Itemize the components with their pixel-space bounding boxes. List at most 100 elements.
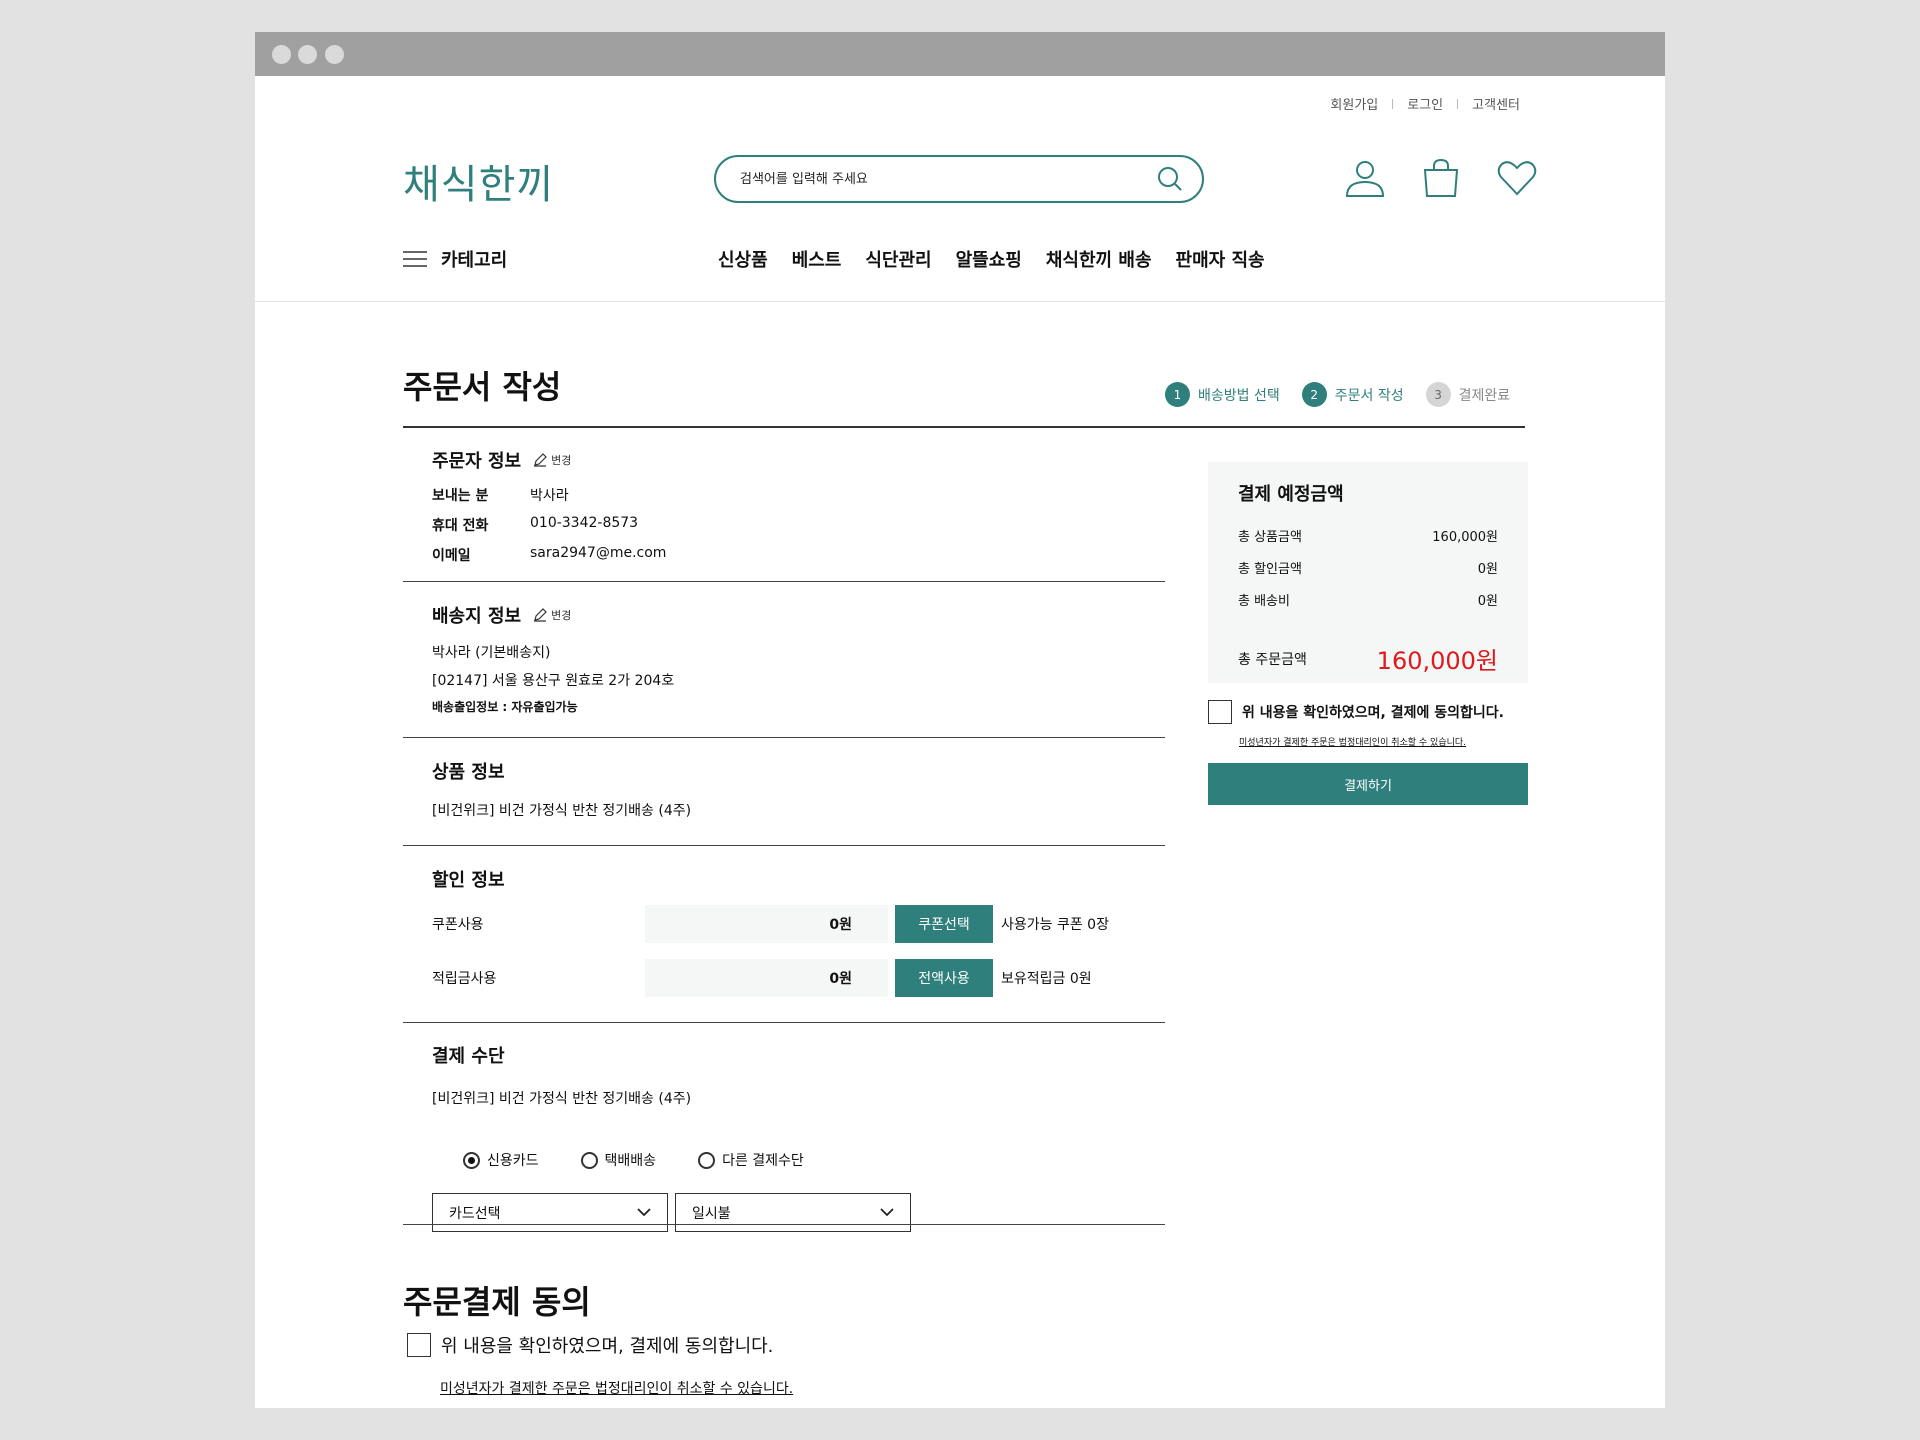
step-3: 3 결제완료 — [1425, 382, 1510, 407]
nav-item-diet[interactable]: 식단관리 — [865, 246, 931, 272]
field-label: 이메일 — [432, 548, 471, 564]
orderer-edit-button[interactable]: 변경 — [533, 452, 571, 468]
step-number: 3 — [1425, 382, 1451, 407]
summary-row: 총 할인금액 0원 — [1238, 558, 1498, 577]
payment-title: 결제 수단 — [432, 1046, 505, 1067]
points-row: 적립금사용 0원 전액사용 보유적립금 0원 — [432, 959, 1132, 997]
field-value: 010-3342-8573 — [530, 515, 639, 531]
search-icon[interactable] — [1156, 165, 1184, 193]
pay-button[interactable]: 결제하기 — [1208, 763, 1528, 805]
radio-icon — [698, 1151, 716, 1169]
total-label: 총 주문금액 — [1238, 651, 1307, 668]
logo[interactable]: 채식한끼 — [403, 152, 554, 210]
shipping-entry-info: 배송출입정보 : 자유출입가능 — [432, 700, 578, 714]
payment-methods: 신용카드 택배배송 다른 결제수단 — [463, 1150, 804, 1170]
divider — [1392, 98, 1394, 109]
installment-select[interactable]: 일시불 — [675, 1193, 911, 1232]
nav-item-delivery[interactable]: 채식한끼 배송 — [1046, 246, 1152, 272]
method-label: 신용카드 — [487, 1153, 539, 1169]
summary-agree-text: 위 내용을 확인하였으며, 결제에 동의합니다. — [1242, 705, 1504, 721]
page-title: 주문서 작성 — [403, 368, 562, 406]
coupon-label: 쿠폰사용 — [432, 917, 484, 933]
nav-item-seller[interactable]: 판매자 직송 — [1176, 246, 1265, 272]
points-balance-note: 보유적립금 0원 — [1001, 971, 1092, 987]
use-all-points-button[interactable]: 전액사용 — [895, 959, 993, 997]
summary-label: 총 상품금액 — [1238, 530, 1302, 545]
header-icons — [1343, 156, 1539, 200]
step-label: 배송방법 선택 — [1198, 387, 1280, 404]
total-amount: 160,000원 — [1376, 647, 1498, 675]
summary-value: 0원 — [1477, 562, 1498, 577]
cart-icon[interactable] — [1419, 156, 1463, 200]
agree-text: 위 내용을 확인하였으며, 결제에 동의합니다. — [441, 1336, 774, 1357]
header-divider — [255, 301, 1665, 302]
agreement-row: 위 내용을 확인하였으며, 결제에 동의합니다. — [407, 1332, 773, 1358]
coupon-available-note: 사용가능 쿠폰 0장 — [1001, 917, 1109, 933]
summary-row: 총 배송비 0원 — [1238, 590, 1498, 609]
orderer-row: 보내는 분 박사라 — [432, 485, 666, 505]
points-label: 적립금사용 — [432, 971, 497, 987]
method-other[interactable]: 다른 결제수단 — [698, 1150, 804, 1170]
method-label: 다른 결제수단 — [722, 1153, 804, 1169]
nav-item-sale[interactable]: 알뜰쇼핑 — [956, 246, 1022, 272]
method-delivery[interactable]: 택배배송 — [580, 1150, 657, 1170]
section-divider — [403, 845, 1165, 846]
pencil-icon — [534, 453, 547, 467]
browser-window: 회원가입 로그인 고객센터 채식한끼 검색어를 입력해 주세요 카테고리 신상품… — [255, 32, 1665, 1408]
section-divider — [403, 581, 1165, 582]
field-label: 보내는 분 — [432, 488, 489, 504]
chevron-down-icon — [637, 1208, 651, 1217]
category-menu-button[interactable]: 카테고리 — [403, 246, 507, 272]
user-icon[interactable] — [1343, 156, 1387, 200]
radio-selected-icon — [463, 1151, 480, 1169]
search-bar — [714, 155, 1204, 203]
summary-agree-checkbox[interactable] — [1208, 700, 1232, 724]
summary-label: 총 할인금액 — [1238, 562, 1302, 577]
hamburger-icon — [403, 251, 427, 267]
window-dot-icon[interactable] — [272, 45, 291, 64]
shipping-title: 배송지 정보 — [432, 606, 522, 627]
card-select-value: 카드선택 — [449, 1205, 501, 1222]
product-title: 상품 정보 — [432, 762, 505, 783]
browser-titlebar — [255, 32, 1665, 76]
section-divider — [403, 1224, 1165, 1225]
shipping-section: 배송지 정보 변경 박사라 (기본배송지) [02147] 서울 용산구 원효로… — [432, 602, 674, 715]
orderer-row: 휴대 전화 010-3342-8573 — [432, 515, 666, 535]
title-divider — [403, 426, 1525, 428]
customer-center-link[interactable]: 고객센터 — [1472, 94, 1520, 113]
edit-label: 변경 — [551, 454, 572, 467]
orderer-section: 주문자 정보 변경 보내는 분 박사라 휴대 전화 010-3342-8573 이메… — [432, 447, 666, 565]
summary-agreement-row: 위 내용을 확인하였으며, 결제에 동의합니다. — [1208, 700, 1504, 724]
summary-minor-notice-link[interactable]: 미성년자가 결제한 주문은 법정대리인이 취소할 수 있습니다. — [1239, 735, 1466, 748]
summary-row: 총 상품금액 160,000원 — [1238, 526, 1498, 545]
field-value: 박사라 — [530, 488, 569, 504]
points-amount-field[interactable]: 0원 — [645, 959, 888, 997]
method-credit-card[interactable]: 신용카드 — [463, 1150, 539, 1170]
coupon-amount-field[interactable]: 0원 — [645, 905, 888, 943]
step-number: 1 — [1165, 382, 1190, 407]
method-label: 택배배송 — [604, 1153, 657, 1169]
product-name: [비건위크] 비건 가정식 반찬 정기배송 (4주) — [432, 803, 692, 819]
nav-item-best[interactable]: 베스트 — [792, 246, 842, 272]
product-section: 상품 정보 [비건위크] 비건 가정식 반찬 정기배송 (4주) — [432, 758, 691, 820]
window-dot-icon[interactable] — [325, 45, 344, 64]
shipping-name: 박사라 (기본배송지) — [432, 645, 551, 661]
signup-link[interactable]: 회원가입 — [1330, 94, 1378, 113]
login-link[interactable]: 로그인 — [1407, 94, 1443, 113]
minor-notice-link[interactable]: 미성년자가 결제한 주문은 법정대리인이 취소할 수 있습니다. — [440, 1378, 793, 1398]
heart-icon[interactable] — [1495, 156, 1539, 200]
agree-checkbox[interactable] — [407, 1333, 431, 1357]
agreement-title: 주문결제 동의 — [403, 1283, 591, 1321]
nav-item-new[interactable]: 신상품 — [718, 246, 768, 272]
shipping-edit-button[interactable]: 변경 — [533, 607, 571, 623]
coupon-select-button[interactable]: 쿠폰선택 — [895, 905, 993, 943]
step-number: 2 — [1301, 382, 1327, 407]
field-value: sara2947@me.com — [530, 545, 667, 561]
card-select[interactable]: 카드선택 — [432, 1193, 668, 1232]
search-input[interactable] — [740, 171, 1156, 187]
window-dot-icon[interactable] — [298, 45, 317, 64]
payment-product-name: [비건위크] 비건 가정식 반찬 정기배송 (4주) — [432, 1091, 692, 1107]
order-steps: 1 배송방법 선택 2 주문서 작성 3 결제완료 — [1165, 382, 1510, 407]
pencil-icon — [534, 608, 547, 622]
step-2: 2 주문서 작성 — [1301, 382, 1404, 407]
